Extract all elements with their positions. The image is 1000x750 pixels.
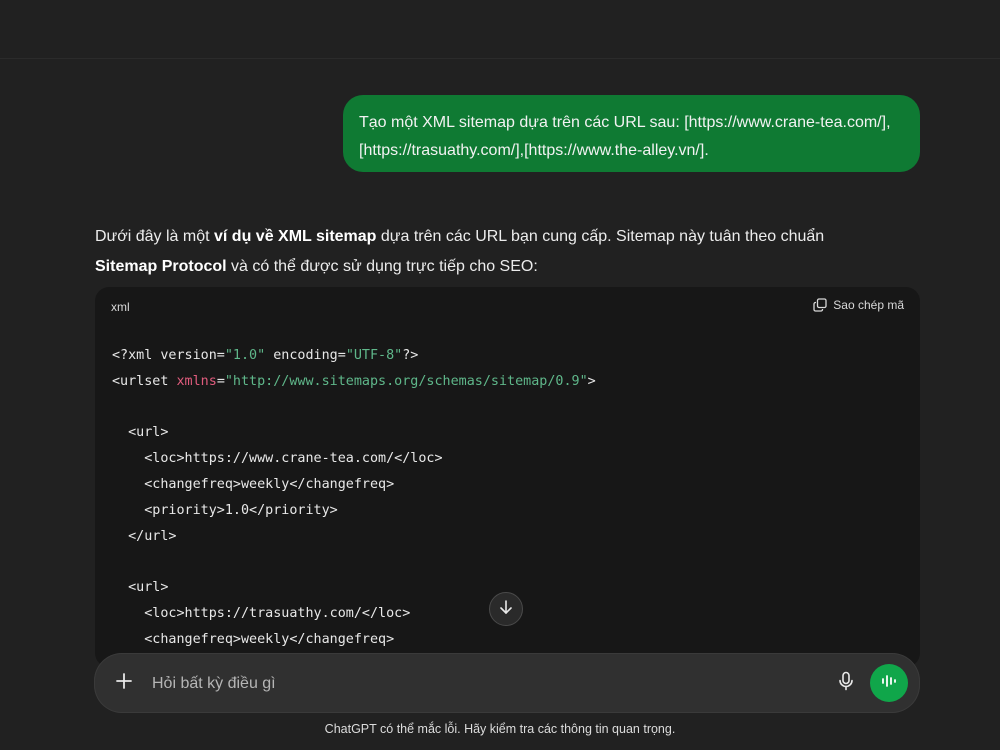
code-token: <url> bbox=[112, 580, 169, 596]
code-token: <?xml version= bbox=[112, 348, 225, 363]
code-token: encoding= bbox=[265, 348, 346, 363]
code-block-header: xml Sao chép mã bbox=[95, 287, 920, 327]
code-token: "UTF-8" bbox=[345, 348, 403, 363]
attach-button[interactable] bbox=[112, 671, 136, 695]
code-line: <urlset xmlns="http://www.sitemaps.org/s… bbox=[112, 374, 596, 389]
code-token: </url> bbox=[112, 528, 177, 544]
code-line: <changefreq>weekly</changefreq> bbox=[112, 477, 394, 492]
scroll-to-bottom-button[interactable] bbox=[489, 592, 523, 626]
code-token: = bbox=[216, 373, 225, 389]
code-line: <url> bbox=[112, 580, 168, 595]
plus-icon bbox=[115, 672, 133, 695]
code-line: <loc>https://www.crane-tea.com/</loc> bbox=[112, 451, 443, 467]
code-token: xmlns bbox=[176, 373, 217, 389]
code-line: <?xml version="1.0" encoding="UTF-8"?> bbox=[112, 348, 418, 363]
dictate-button[interactable] bbox=[834, 671, 858, 695]
microphone-icon bbox=[837, 671, 855, 696]
code-token: ?> bbox=[402, 348, 419, 363]
user-message-text: Tạo một XML sitemap dựa trên các URL sau… bbox=[359, 114, 891, 159]
code-token: > bbox=[587, 373, 596, 389]
code-token: "1.0" bbox=[224, 348, 266, 363]
copy-icon bbox=[813, 298, 827, 312]
intro-text-2: dựa trên các URL bạn cung cấp. Sitemap n… bbox=[376, 228, 825, 245]
assistant-message-intro: Dưới đây là một ví dụ về XML sitemap dựa… bbox=[95, 222, 915, 282]
intro-text-3: và có thể được sử dụng trực tiếp cho SEO… bbox=[226, 258, 538, 275]
code-line: <url> bbox=[112, 425, 168, 440]
message-composer bbox=[94, 653, 920, 713]
copy-code-label: Sao chép mã bbox=[833, 298, 904, 312]
intro-bold-1: ví dụ về XML sitemap bbox=[214, 228, 377, 245]
code-token: "http://www.sitemaps.org/schemas/sitemap… bbox=[224, 373, 588, 389]
voice-waveform-icon bbox=[880, 673, 898, 694]
code-line: <changefreq>weekly</changefreq> bbox=[112, 632, 394, 647]
code-token: <urlset bbox=[112, 373, 177, 389]
copy-code-button[interactable]: Sao chép mã bbox=[813, 298, 904, 312]
code-line: <priority>1.0</priority> bbox=[112, 503, 338, 518]
code-token: <loc>https://www.crane-tea.com/</loc> bbox=[112, 451, 443, 467]
prompt-input[interactable] bbox=[150, 667, 814, 701]
code-token: <changefreq>weekly</changefreq> bbox=[112, 476, 395, 492]
code-token: <changefreq>weekly</changefreq> bbox=[112, 631, 395, 647]
code-line: </url> bbox=[112, 528, 177, 544]
intro-bold-2: Sitemap Protocol bbox=[95, 258, 227, 275]
intro-text-1: Dưới đây là một bbox=[95, 228, 215, 245]
code-language-label: xml bbox=[111, 300, 130, 314]
code-token: <loc>https://trasuathy.com/</loc> bbox=[112, 605, 411, 621]
user-message-bubble: Tạo một XML sitemap dựa trên các URL sau… bbox=[343, 95, 920, 172]
code-token: <url> bbox=[112, 425, 169, 441]
voice-mode-button[interactable] bbox=[870, 664, 908, 702]
code-token: <priority>1.0</priority> bbox=[112, 502, 338, 518]
disclaimer-text: ChatGPT có thể mắc lỗi. Hãy kiểm tra các… bbox=[324, 722, 676, 736]
code-line: <loc>https://trasuathy.com/</loc> bbox=[112, 606, 410, 621]
top-bar bbox=[0, 0, 1000, 59]
arrow-down-icon bbox=[498, 599, 514, 620]
